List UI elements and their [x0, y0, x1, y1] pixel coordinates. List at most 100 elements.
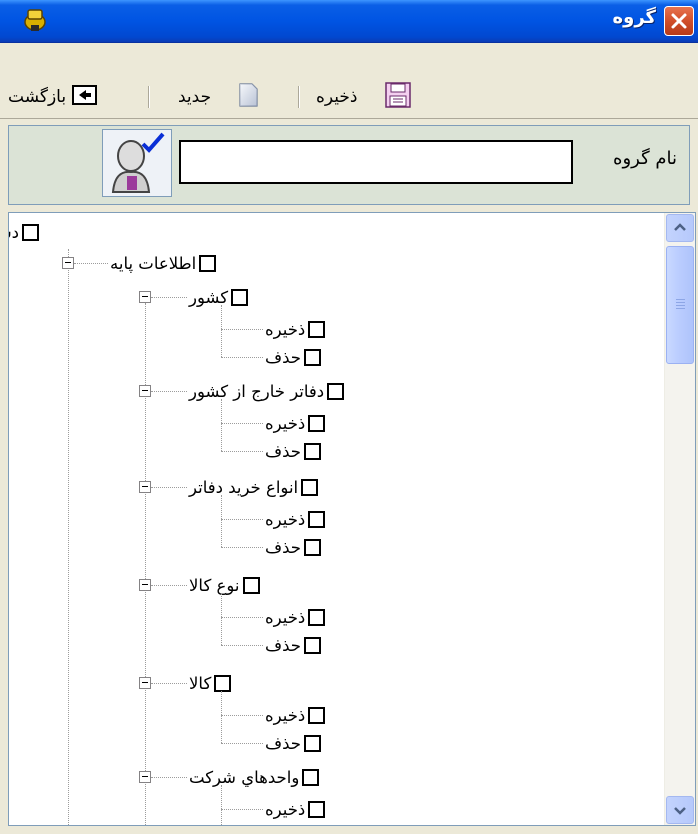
tree-node-leaf[interactable]: ذخيره	[265, 795, 326, 823]
tree-node-item[interactable]: نوع كالا	[189, 571, 260, 599]
tree-node-item[interactable]: كالا	[189, 669, 232, 697]
scroll-down-button[interactable]	[666, 796, 694, 824]
checkbox[interactable]	[303, 636, 321, 654]
tree-node-leaf[interactable]: ذخيره	[265, 603, 326, 631]
tree-line	[151, 683, 187, 684]
save-icon	[384, 81, 412, 114]
collapse-toggle[interactable]	[139, 579, 151, 591]
tree-node-leaf[interactable]: ذخيره	[265, 315, 326, 343]
tree-node-leaf[interactable]: ذخيره	[265, 505, 326, 533]
checkbox[interactable]	[303, 538, 321, 556]
checkbox[interactable]	[308, 320, 326, 338]
tree-line	[221, 451, 263, 452]
tree-node-leaf[interactable]: حذف	[265, 631, 321, 659]
chevron-up-icon	[674, 223, 686, 231]
title-bar[interactable]: گروه	[0, 0, 698, 43]
scroll-up-button[interactable]	[666, 214, 694, 242]
new-label: جديد	[178, 87, 212, 107]
app-icon	[24, 9, 46, 31]
tree-node-basic-info[interactable]: اطلاعات پايه	[110, 249, 217, 277]
collapse-toggle[interactable]	[62, 257, 74, 269]
collapse-toggle[interactable]	[139, 481, 151, 493]
back-button[interactable]: بازگشت	[8, 82, 98, 112]
grip-line	[676, 305, 685, 306]
tree-node-label: واحدهاي شركت	[189, 767, 300, 787]
tree-line	[221, 357, 263, 358]
group-name-input[interactable]	[179, 140, 573, 184]
new-document-icon	[235, 82, 261, 113]
checkbox[interactable]	[22, 223, 39, 241]
tree-node-label: ذخيره	[265, 509, 306, 529]
checkbox[interactable]	[303, 734, 321, 752]
tree-line	[221, 547, 263, 548]
tree-node-leaf[interactable]: حذف	[265, 437, 321, 465]
tree-line	[151, 297, 187, 298]
tree-node-label: حذف	[265, 347, 301, 367]
checkbox[interactable]	[214, 674, 232, 692]
tree-node-leaf[interactable]: ذخيره	[265, 409, 326, 437]
group-name-panel: نام گروه	[8, 125, 690, 205]
checkbox[interactable]	[242, 576, 260, 594]
tree-node-label: انواع خريد دفاتر	[189, 477, 299, 497]
checkbox[interactable]	[302, 768, 320, 786]
collapse-toggle[interactable]	[139, 677, 151, 689]
checkbox[interactable]	[308, 510, 326, 528]
close-button[interactable]	[664, 6, 694, 36]
tree-line	[221, 519, 263, 520]
tree-node-item[interactable]: واحدهاي شركت	[189, 763, 320, 791]
tree-node-leaf[interactable]: حذف	[265, 343, 321, 371]
toolbar-separator	[148, 86, 150, 108]
tree-line	[151, 777, 187, 778]
tree-line	[74, 263, 108, 264]
tree-node-item[interactable]: انواع خريد دفاتر	[189, 473, 319, 501]
checkbox[interactable]	[308, 414, 326, 432]
permissions-tree[interactable]: دسترسي به برنامه اطلاعات پايه كشور ذخيره…	[8, 212, 696, 826]
collapse-toggle[interactable]	[139, 291, 151, 303]
checkbox[interactable]	[303, 442, 321, 460]
tree-line	[221, 305, 222, 357]
tree-node-leaf[interactable]: حذف	[265, 533, 321, 561]
grip-line	[676, 302, 685, 303]
tree-line	[221, 617, 263, 618]
tree-line	[221, 691, 222, 743]
checkbox[interactable]	[301, 478, 319, 496]
tree-node-label: اطلاعات پايه	[110, 253, 197, 273]
collapse-toggle[interactable]	[139, 771, 151, 783]
checkbox[interactable]	[308, 608, 326, 626]
tree-node-label: كشور	[189, 287, 229, 307]
save-label: ذخيره	[316, 87, 358, 107]
grip-line	[676, 308, 685, 309]
tree-node-label: كالا	[189, 673, 212, 693]
tree-node-label: ذخيره	[265, 607, 306, 627]
tree-line	[221, 593, 222, 645]
tree-node-root[interactable]: دسترسي به برنامه	[9, 218, 39, 246]
grip-line	[676, 299, 685, 300]
checkbox[interactable]	[327, 382, 345, 400]
checkbox[interactable]	[231, 288, 249, 306]
vertical-scrollbar[interactable]	[664, 213, 695, 825]
tree-node-leaf[interactable]: حذف	[265, 729, 321, 757]
tree-line	[221, 495, 222, 547]
toolbar-divider	[0, 118, 698, 119]
tree-node-item[interactable]: كشور	[189, 283, 249, 311]
checkbox[interactable]	[308, 800, 326, 818]
scroll-thumb[interactable]	[666, 246, 694, 364]
user-permissions-button[interactable]	[102, 129, 172, 197]
checkbox[interactable]	[199, 254, 217, 272]
tree-node-label: حذف	[265, 733, 301, 753]
collapse-toggle[interactable]	[139, 385, 151, 397]
tree-line	[145, 303, 146, 825]
checkbox[interactable]	[308, 706, 326, 724]
tree-node-label: دفاتر خارج از كشور	[189, 381, 325, 401]
tree-node-label: نوع كالا	[189, 575, 240, 595]
tree-line	[68, 249, 69, 825]
back-icon	[72, 84, 98, 111]
tree-line	[221, 329, 263, 330]
save-button[interactable]: ذخيره	[316, 81, 412, 114]
tree-node-label: حذف	[265, 537, 301, 557]
new-button[interactable]: جديد	[178, 82, 261, 112]
tree-line	[221, 645, 263, 646]
tree-node-item[interactable]: دفاتر خارج از كشور	[189, 377, 345, 405]
checkbox[interactable]	[303, 348, 321, 366]
tree-node-leaf[interactable]: ذخيره	[265, 701, 326, 729]
